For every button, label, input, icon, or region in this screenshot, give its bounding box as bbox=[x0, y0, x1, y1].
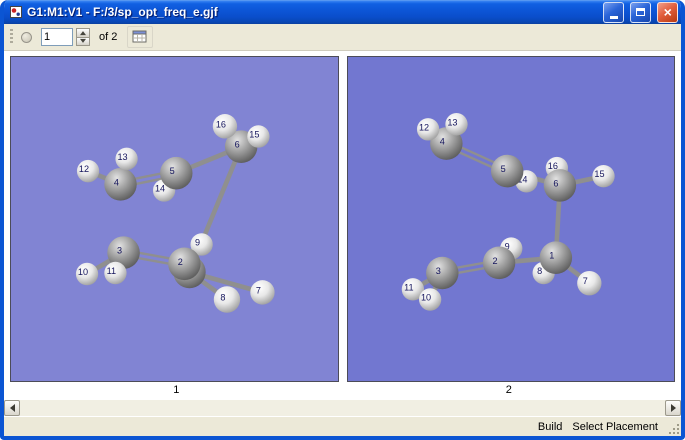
atom-label-5: 5 bbox=[170, 166, 175, 176]
gaussview-window: G1:M1:V1 - F:/3/sp_opt_freq_e.gjf × of 2 bbox=[0, 0, 685, 440]
atom-3[interactable] bbox=[425, 256, 459, 290]
frame-list-button[interactable] bbox=[127, 26, 154, 48]
maximize-icon bbox=[636, 8, 645, 16]
atom-label-6: 6 bbox=[553, 178, 558, 188]
atom-label-4: 4 bbox=[114, 177, 119, 187]
horizontal-scrollbar bbox=[4, 399, 681, 416]
atom-label-12: 12 bbox=[418, 122, 428, 132]
minimize-button[interactable] bbox=[603, 1, 624, 23]
close-button[interactable]: × bbox=[657, 1, 678, 23]
atom-label-3: 3 bbox=[435, 266, 440, 276]
molecule-panel-2[interactable]: 4 13 12 14 5 16 6 15 9 3 11 10 2 8 1 7 bbox=[346, 56, 675, 382]
atom-label-8: 8 bbox=[220, 292, 225, 302]
scroll-left-arrow-icon bbox=[6, 404, 15, 412]
atom-label-7: 7 bbox=[256, 285, 261, 295]
atom-label-6: 6 bbox=[235, 140, 240, 150]
molecule-canvas-1[interactable]: 61615413121451310119278 bbox=[11, 57, 338, 381]
atom-2[interactable] bbox=[482, 246, 515, 280]
animation-indicator[interactable] bbox=[21, 31, 32, 43]
spin-up-icon bbox=[80, 28, 86, 35]
atom-label-14: 14 bbox=[155, 183, 165, 193]
atom-4[interactable] bbox=[104, 168, 137, 201]
atom-6[interactable] bbox=[543, 169, 576, 202]
molecule-panel-1[interactable]: 61615413121451310119278 bbox=[10, 56, 339, 382]
atom-label-11: 11 bbox=[107, 266, 116, 276]
atom-label-12: 12 bbox=[79, 164, 89, 174]
atom-label-8: 8 bbox=[537, 266, 542, 276]
atom-7[interactable] bbox=[250, 280, 275, 305]
main-view-area: 61615413121451310119278 4131214516615931… bbox=[4, 51, 681, 399]
atom-label-3: 3 bbox=[117, 246, 122, 256]
atom-label-11: 11 bbox=[404, 282, 413, 292]
atom-label-16: 16 bbox=[216, 119, 226, 129]
atom-label-15: 15 bbox=[249, 129, 259, 139]
atom-label-13: 13 bbox=[447, 117, 457, 127]
atom-label-10: 10 bbox=[78, 267, 88, 277]
scroll-right-arrow-icon bbox=[670, 404, 680, 412]
toolbar: of 2 bbox=[4, 24, 681, 51]
minimize-icon bbox=[609, 15, 618, 19]
frame-spin-down-button[interactable] bbox=[76, 36, 90, 46]
frame-total-label: of 2 bbox=[99, 31, 118, 43]
atom-label-2: 2 bbox=[492, 256, 497, 266]
status-select-placement: Select Placement bbox=[572, 420, 658, 433]
statusbar: Build Select Placement bbox=[4, 416, 681, 436]
atom-label-1: 1 bbox=[549, 251, 554, 261]
panel-label-1: 1 bbox=[173, 384, 180, 396]
frame-stepper bbox=[76, 28, 90, 46]
atom-label-15: 15 bbox=[594, 169, 604, 179]
status-build: Build bbox=[537, 420, 563, 433]
scroll-track[interactable] bbox=[20, 400, 665, 416]
molecule-canvas-2[interactable]: 41312145 166159311102817 bbox=[347, 57, 675, 381]
panel-label-2: 2 bbox=[505, 384, 512, 396]
titlebar[interactable]: G1:M1:V1 - F:/3/sp_opt_freq_e.gjf × bbox=[4, 0, 681, 24]
atom-2[interactable] bbox=[168, 247, 201, 281]
atom-label-10: 10 bbox=[421, 292, 431, 302]
atom-label-4: 4 bbox=[439, 137, 444, 147]
frame-number-input[interactable] bbox=[41, 28, 73, 46]
atom-8[interactable] bbox=[213, 286, 241, 313]
atom-label-13: 13 bbox=[117, 152, 127, 162]
atom-1[interactable] bbox=[539, 241, 572, 275]
atom-label-2: 2 bbox=[178, 257, 183, 267]
atom-label-5: 5 bbox=[500, 164, 505, 174]
atom-label-9: 9 bbox=[195, 237, 200, 247]
resize-grip[interactable] bbox=[667, 422, 680, 435]
window-title: G1:M1:V1 - F:/3/sp_opt_freq_e.gjf bbox=[27, 5, 218, 19]
toolbar-grip[interactable] bbox=[10, 29, 13, 45]
scroll-right-button[interactable] bbox=[665, 400, 681, 416]
atom-5[interactable] bbox=[160, 156, 193, 190]
atom-7[interactable] bbox=[576, 270, 601, 296]
atom-label-7: 7 bbox=[582, 276, 587, 286]
window-icon bbox=[9, 5, 23, 19]
spin-down-icon bbox=[80, 39, 86, 46]
scroll-left-button[interactable] bbox=[4, 400, 20, 416]
atom-5[interactable] bbox=[490, 154, 523, 188]
maximize-button[interactable] bbox=[630, 1, 651, 23]
frame-table-icon bbox=[132, 30, 148, 44]
close-icon: × bbox=[663, 4, 672, 20]
